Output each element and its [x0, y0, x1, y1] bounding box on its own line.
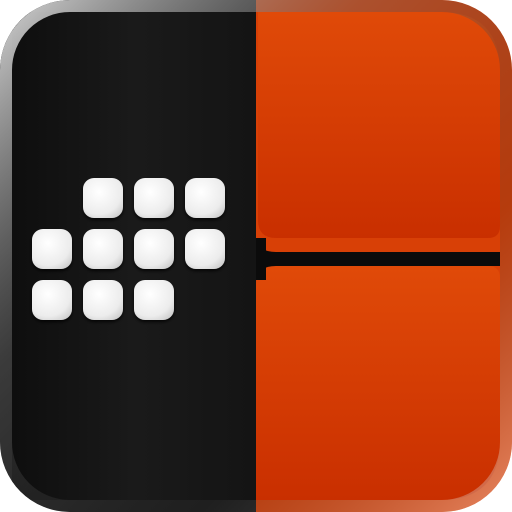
grid-dot [134, 280, 174, 320]
grid-dot [185, 178, 225, 218]
grid-dot [83, 178, 123, 218]
right-top-tile [256, 12, 500, 238]
grid-dot [134, 178, 174, 218]
grid-dot [83, 229, 123, 269]
right-bottom-tile [256, 266, 500, 500]
icon-frame [0, 0, 512, 512]
grid-dot [185, 229, 225, 269]
grid-dot [32, 229, 72, 269]
grid-dot [32, 280, 72, 320]
grid-dot [83, 280, 123, 320]
dot-grid-split-panel-icon [0, 0, 512, 512]
grid-dot [134, 229, 174, 269]
app-icon [0, 0, 512, 512]
